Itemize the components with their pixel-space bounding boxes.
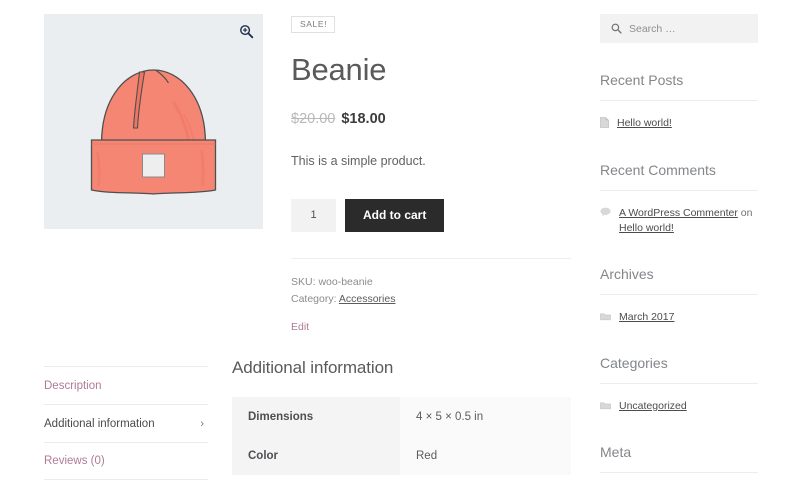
table-row: Color Red <box>232 436 571 475</box>
list-item-text: A WordPress Commenter on Hello world! <box>619 206 758 236</box>
post-link[interactable]: Hello world! <box>617 117 672 129</box>
price-original: $20.00 <box>291 111 335 127</box>
folder-icon <box>600 311 611 326</box>
list-item[interactable]: March 2017 <box>600 310 758 326</box>
list-item[interactable]: Hello world! <box>600 116 758 133</box>
tab-additional-information[interactable]: Additional information › <box>44 404 208 442</box>
category-row: Category: Accessories <box>291 291 571 308</box>
widget-categories: Categories Uncategorized <box>600 355 758 415</box>
search-input[interactable] <box>622 23 764 35</box>
search-widget[interactable] <box>600 14 758 43</box>
sku-label: SKU: <box>291 276 316 288</box>
sku-row: SKU: woo-beanie <box>291 274 571 291</box>
list-item[interactable]: A WordPress Commenter on Hello world! <box>600 206 758 236</box>
attribute-value: 4 × 5 × 0.5 in <box>400 397 571 436</box>
add-to-cart-form: Add to cart <box>291 199 571 232</box>
comment-icon <box>600 207 611 222</box>
table-row: Dimensions 4 × 5 × 0.5 in <box>232 397 571 436</box>
magnifier-plus-icon[interactable] <box>235 20 257 42</box>
additional-information-panel: Additional information Dimensions 4 × 5 … <box>232 358 571 475</box>
commenter-link[interactable]: A WordPress Commenter <box>619 207 738 219</box>
product-page: SALE! Beanie $20.00 $18.00 This is a simp… <box>0 0 800 500</box>
quantity-input[interactable] <box>291 199 336 232</box>
search-icon <box>611 23 622 34</box>
widget-meta: Meta <box>600 444 758 473</box>
edit-link[interactable]: Edit <box>291 321 571 333</box>
attribute-label: Dimensions <box>232 397 400 436</box>
attributes-table: Dimensions 4 × 5 × 0.5 in Color Red <box>232 397 571 475</box>
price: $20.00 $18.00 <box>291 111 571 127</box>
product-tabs: Description Additional information › Rev… <box>44 366 208 480</box>
tab-label: Description <box>44 380 102 392</box>
tab-reviews[interactable]: Reviews (0) <box>44 442 208 480</box>
comment-connector: on <box>738 207 753 219</box>
panel-title: Additional information <box>232 358 571 378</box>
tab-description[interactable]: Description <box>44 366 208 404</box>
tab-label: Reviews (0) <box>44 455 105 467</box>
add-to-cart-button[interactable]: Add to cart <box>345 199 444 232</box>
product-meta: SKU: woo-beanie Category: Accessories <box>291 274 571 309</box>
product-summary: SALE! Beanie $20.00 $18.00 This is a simp… <box>291 14 571 333</box>
category-link[interactable]: Accessories <box>339 293 396 305</box>
document-icon <box>600 117 609 133</box>
attribute-label: Color <box>232 436 400 475</box>
list-item[interactable]: Uncategorized <box>600 399 758 415</box>
list-item-text: March 2017 <box>619 310 758 325</box>
widget-title: Recent Comments <box>600 162 758 191</box>
product-gallery[interactable] <box>44 14 263 229</box>
archive-link[interactable]: March 2017 <box>619 311 674 323</box>
sku-value: woo-beanie <box>318 276 372 288</box>
chevron-right-icon: › <box>200 418 204 430</box>
attribute-value: Red <box>400 436 571 475</box>
divider <box>291 258 571 259</box>
list-item-text: Uncategorized <box>619 399 758 414</box>
widget-recent-comments: Recent Comments A WordPress Commenter on… <box>600 162 758 236</box>
short-description: This is a simple product. <box>291 154 571 168</box>
widget-title: Meta <box>600 444 758 473</box>
list-item-text: Hello world! <box>617 116 758 131</box>
sidebar: Recent Posts Hello world! Recent Comment… <box>600 14 758 473</box>
price-sale: $18.00 <box>341 111 385 127</box>
widget-archives: Archives March 2017 <box>600 266 758 326</box>
category-link[interactable]: Uncategorized <box>619 400 687 412</box>
page-title: Beanie <box>291 54 571 85</box>
widget-title: Recent Posts <box>600 72 758 101</box>
comment-post-link[interactable]: Hello world! <box>619 222 674 234</box>
tab-label: Additional information <box>44 418 155 430</box>
category-label: Category: <box>291 293 337 305</box>
folder-icon <box>600 400 611 415</box>
widget-title: Categories <box>600 355 758 384</box>
widget-recent-posts: Recent Posts Hello world! <box>600 72 758 133</box>
beanie-product-image <box>44 14 263 229</box>
widget-title: Archives <box>600 266 758 295</box>
sale-badge: SALE! <box>291 16 335 33</box>
